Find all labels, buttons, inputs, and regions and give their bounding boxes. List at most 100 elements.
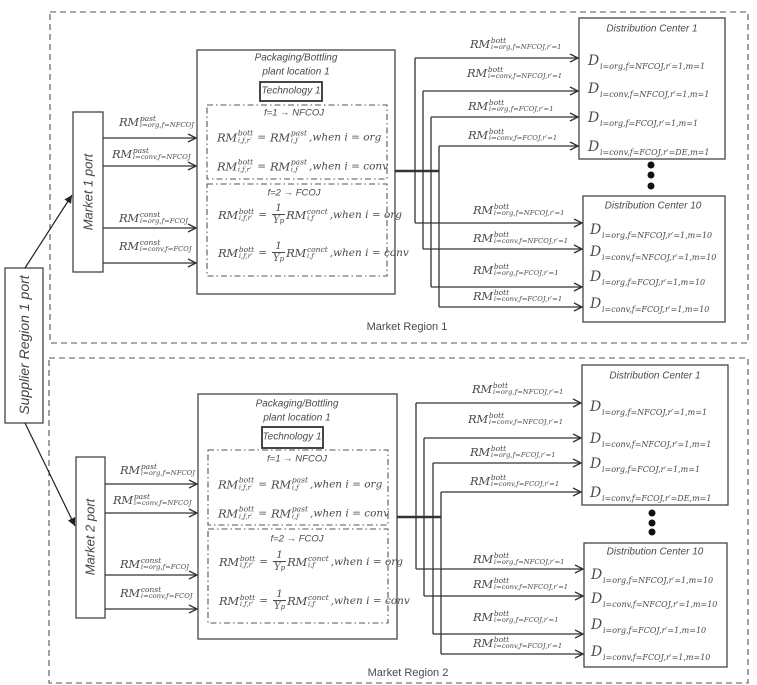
fraction-denominator: Yp: [272, 252, 286, 265]
supplier-to-market-1-arrow: [24, 194, 73, 269]
formula-base: D: [588, 53, 599, 69]
lhs-formula: RM bott i,f,r′: [217, 158, 253, 174]
output-label: RM bott i=conv,f=FCOJ,r′=1: [470, 472, 559, 490]
formula-scripts: bott i=conv,f=FCOJ,r′=1: [494, 635, 562, 651]
formula-base: D: [590, 399, 601, 415]
formula-scripts: const i=org,f=FCOJ: [141, 556, 189, 572]
fcoj-group-header: f=2 → FCOJ: [270, 533, 324, 545]
market-1-port-label: Market 1 port: [80, 153, 96, 231]
rm-formula: RM bott i=conv,f=FCOJ,r′=1: [468, 127, 558, 143]
demand-formula: Di=org,f=NFCOJ,r′=1,m=10: [590, 222, 712, 240]
formula-base: D: [590, 431, 601, 447]
formula-scripts: bott i=conv,f=FCOJ,r′=1: [490, 473, 560, 489]
formula-base: D: [591, 617, 602, 633]
rhs-formula: RM conct i,f: [286, 245, 328, 261]
formula-base: RM: [217, 159, 237, 173]
rm-formula: RM bott i=org,f=NFCOJ,r′=1: [470, 36, 562, 52]
denominator-base: Y: [273, 215, 280, 226]
formula-scripts: past i=conv,f=NFCOJ: [134, 492, 192, 508]
rm-formula: RM bott i=conv,f=FCOJ,r′=1: [470, 473, 560, 489]
formula-subscript: i,f: [306, 252, 314, 260]
formula-base: RM: [468, 128, 488, 142]
formula-base: RM: [271, 506, 291, 520]
formula-base: RM: [219, 555, 239, 569]
formula-base: RM: [270, 130, 290, 144]
input-label: RM const i=conv,f=FCOJ: [120, 584, 193, 602]
demand-row: Di=org,f=NFCOJ,r′=1,m=10: [590, 221, 712, 239]
output-label: RM bott i=conv,f=FCOJ,r′=1: [473, 287, 562, 305]
formula-subscript: i,f,r′: [238, 483, 253, 491]
formula-subscript: i=org,f=FCOJ,r′=1,m=1: [599, 118, 699, 128]
equation: RM bott i,f,r′ = 1 Yp RM conct i,f ,when i = …: [218, 203, 402, 227]
nfcoj-group-header: f=1 → NFCOJ: [264, 107, 324, 119]
formula-scripts: i=org,f=NFCOJ,r′=1,m=10: [602, 231, 712, 240]
equals-sign: =: [259, 556, 269, 568]
formula-base: RM: [473, 577, 493, 591]
formula-base: RM: [470, 37, 490, 51]
formula-subscript: i=conv,f=NFCOJ: [132, 153, 191, 161]
input-label: RM past i=org,f=NFCOJ: [119, 113, 194, 131]
formula-scripts: bott i,f,r′: [239, 505, 254, 521]
rm-formula: RM bott i=org,f=NFCOJ,r′=1: [472, 381, 564, 397]
formula-subscript: i,f,r′: [238, 252, 253, 260]
formula-base: RM: [218, 477, 238, 491]
formula-subscript: i,f: [306, 214, 314, 222]
formula-subscript: i=org,f=NFCOJ: [140, 469, 195, 477]
equals-sign: =: [258, 478, 268, 490]
equation-condition: ,when i = conv: [330, 595, 410, 607]
formula-subscript: i=org,f=NFCOJ,r′=1: [492, 388, 564, 396]
rm-formula: RM past i=conv,f=NFCOJ: [112, 146, 191, 162]
equation-condition: ,when i = conv: [310, 507, 390, 519]
output-label: RM bott i=org,f=FCOJ,r′=1: [473, 261, 559, 279]
fcoj-group-header: f=2 → FCOJ: [267, 187, 321, 199]
demand-formula: Di=conv,f=NFCOJ,r′=1,m=1: [590, 431, 712, 449]
input-label: RM const i=org,f=FCOJ: [119, 209, 188, 227]
rm-formula: RM bott i=conv,f=NFCOJ,r′=1: [473, 576, 568, 592]
demand-row: Di=org,f=FCOJ,r′=1,m=1: [590, 455, 700, 473]
formula-scripts: past i,f: [292, 505, 308, 521]
formula-scripts: bott i=conv,f=FCOJ,r′=1: [488, 127, 558, 143]
formula-subscript: i=org,f=FCOJ,r′=1: [488, 105, 554, 113]
formula-scripts: bott i,f,r′: [238, 245, 254, 261]
equals-sign: =: [258, 209, 268, 221]
market-region-2-label: Market Region 2: [367, 667, 449, 679]
denominator-subscript: p: [280, 603, 286, 611]
formula-scripts: i=conv,f=NFCOJ,r′=1,m=1: [601, 439, 712, 449]
formula-subscript: i,f,r′: [239, 561, 254, 569]
formula-base: D: [590, 244, 601, 260]
rm-formula: RM bott i=conv,f=NFCOJ,r′=1: [467, 65, 562, 81]
demand-formula: Di=conv,f=FCOJ,r′=1,m=10: [590, 296, 709, 313]
distribution-center-title: Distribution Center 10: [606, 546, 704, 558]
equals-sign: =: [258, 507, 268, 519]
demand-formula: Di=conv,f=FCOJ,r′=DE,m=1: [590, 485, 711, 502]
formula-base: RM: [270, 159, 290, 173]
formula-scripts: bott i=org,f=NFCOJ,r′=1: [491, 36, 562, 52]
rm-formula: RM const i=conv,f=FCOJ: [119, 238, 192, 254]
rhs-formula: RM past i,f: [270, 129, 307, 145]
demand-row: Di=org,f=NFCOJ,r′=1,m=1: [588, 52, 705, 70]
denominator-base: Y: [274, 601, 281, 612]
rm-formula: RM bott i=conv,f=FCOJ,r′=1: [473, 635, 562, 651]
market-region-1-label: Market Region 1: [366, 321, 448, 333]
output-label: RM bott i=org,f=NFCOJ,r′=1: [470, 35, 562, 53]
formula-base: RM: [119, 211, 139, 225]
formula-subscript: i=conv,f=NFCOJ,r′=1,m=1: [601, 439, 712, 449]
formula-subscript: i=conv,f=FCOJ,r′=1: [490, 480, 560, 488]
formula-base: RM: [286, 246, 306, 260]
distribution-center-title: Distribution Center 1: [606, 23, 698, 35]
ellipsis-dot: [647, 161, 655, 169]
lhs-formula: RM bott i,f,r′: [218, 476, 254, 492]
fraction-numerator: 1: [276, 589, 283, 600]
formula-scripts: i=org,f=NFCOJ,r′=1,m=1: [601, 407, 708, 417]
formula-scripts: bott i=conv,f=FCOJ,r′=1: [494, 288, 562, 304]
formula-subscript: i=conv,f=FCOJ: [139, 245, 192, 253]
fraction-denominator: Yp: [273, 561, 287, 574]
formula-subscript: i=org,f=NFCOJ,r′=1,m=1: [601, 407, 708, 417]
formula-base: RM: [467, 66, 487, 80]
formula-scripts: i=org,f=FCOJ,r′=1,m=1: [602, 465, 700, 474]
rm-formula: RM past i=org,f=NFCOJ: [120, 462, 195, 478]
formula-subscript: i=conv,f=FCOJ,r′=1: [488, 134, 558, 142]
ellipsis-dot: [648, 509, 656, 517]
rhs-formula: RM conct i,f: [287, 554, 329, 570]
output-label: RM bott i=org,f=FCOJ,r′=1: [470, 443, 556, 461]
